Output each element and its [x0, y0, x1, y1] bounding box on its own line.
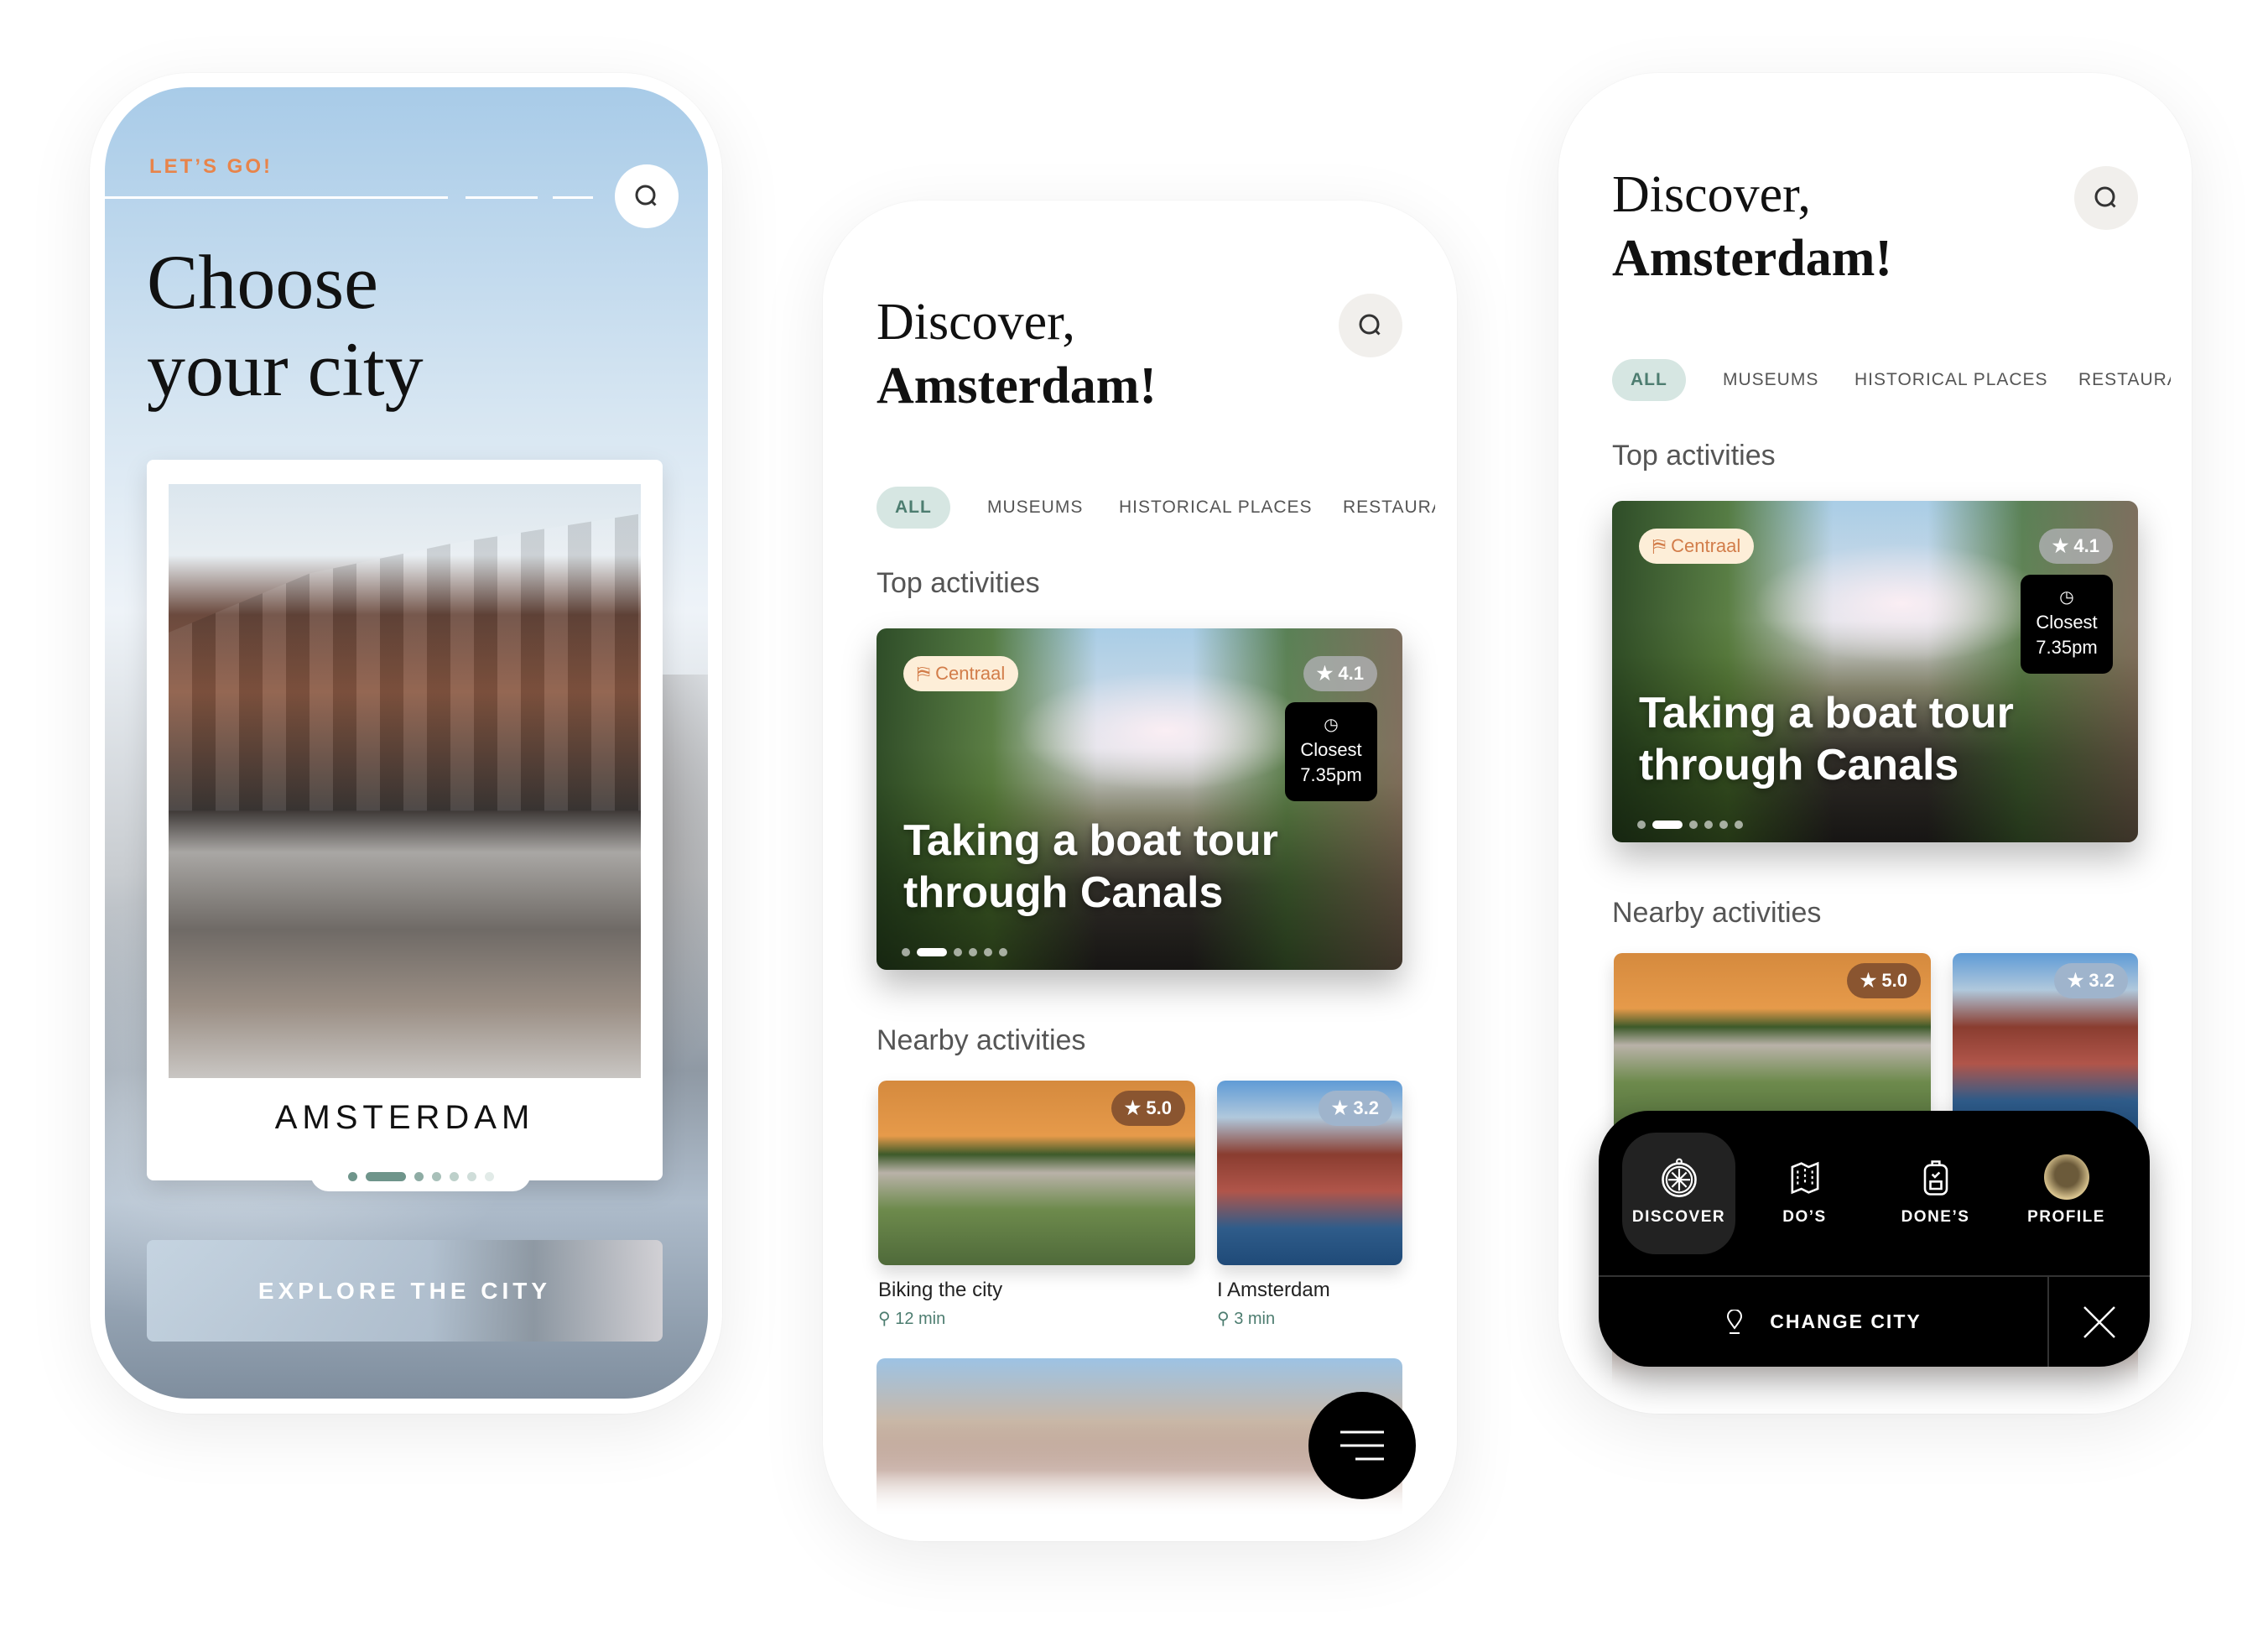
nearby-activities-heading: Nearby activities — [877, 1024, 1086, 1056]
search-button[interactable] — [2074, 166, 2138, 230]
location-tag: ⛿ Centraal — [1639, 529, 1755, 564]
rating-badge: ★ 5.0 — [1846, 963, 1921, 998]
filter-all[interactable]: ALL — [1612, 359, 1686, 401]
closest-time-badge: ◷ Closest 7.35pm — [2021, 575, 2113, 674]
rating-badge: ★ 3.2 — [1318, 1091, 1392, 1126]
clock-icon: ◷ — [1324, 716, 1339, 734]
nearby-card-i-amsterdam[interactable]: ★ 3.2 — [1217, 1081, 1402, 1265]
nearby-activities-heading: Nearby activities — [1612, 897, 1822, 929]
closest-time-badge: ◷ Closest 7.35pm — [1285, 702, 1377, 801]
avatar — [2043, 1154, 2089, 1200]
menu-icon — [1340, 1430, 1384, 1461]
top-activity-card[interactable]: ⛿ Centraal ★ 4.1 ◷ Closest 7.35pm Taking… — [1612, 501, 2138, 842]
search-icon — [2094, 186, 2116, 208]
filter-museums[interactable]: MUSEUMS — [1723, 359, 1818, 401]
location-tag: ⛿ Centraal — [903, 656, 1019, 691]
activity-title: Taking a boat tour through Canals — [903, 816, 1278, 917]
location-time-icon: ⚲ — [1217, 1310, 1235, 1328]
greeting: Discover, — [1612, 166, 1811, 223]
activity-title: Taking a boat tour through Canals — [1639, 689, 2014, 789]
nav-dos[interactable]: DO’S — [1748, 1133, 1861, 1254]
divider — [553, 196, 593, 199]
menu-button[interactable] — [1308, 1392, 1416, 1499]
location-time-icon: ⚲ — [878, 1310, 896, 1328]
top-activity-card[interactable]: ⛿ Centraal ★ 4.1 ◷ Closest 7.35pm Taking… — [877, 628, 1402, 970]
map-icon — [1791, 1161, 1818, 1195]
nav-dones[interactable]: DONE’S — [1879, 1133, 1992, 1254]
nearby-name: I Amsterdam — [1217, 1279, 1330, 1301]
search-button[interactable] — [1339, 294, 1402, 357]
screen: LET’S GO! Choose your city AMSTERDAM EXP… — [105, 87, 708, 1399]
carousel-dots[interactable] — [310, 1161, 531, 1191]
filter-restaurants[interactable]: RESTAURAI — [1343, 487, 1435, 529]
rating-badge: ★ 5.0 — [1111, 1091, 1185, 1126]
nearby-name: Biking the city — [878, 1279, 1003, 1301]
divider — [105, 196, 448, 199]
rating-badge: ★ 4.1 — [1303, 656, 1377, 691]
nearby-card-biking[interactable]: ★ 5.0 — [1614, 953, 1931, 1138]
phone-discover-menu: Discover, Amsterdam! ALL MUSEUMS HISTORI… — [1558, 73, 2192, 1414]
close-icon — [2083, 1305, 2115, 1338]
change-city-button[interactable]: CHANGE CITY — [1599, 1277, 2047, 1367]
filter-historical-places[interactable]: HISTORICAL PLACES — [1119, 487, 1313, 529]
location-pin-icon — [1727, 1309, 1743, 1334]
close-button[interactable] — [2049, 1277, 2150, 1367]
city-photo — [169, 484, 641, 1078]
explore-city-button[interactable]: EXPLORE THE CITY — [147, 1240, 663, 1342]
filter-restaurants[interactable]: RESTAURAI — [2078, 359, 2171, 401]
nav-discover[interactable]: DISCOVER — [1622, 1133, 1735, 1254]
nav-profile[interactable]: PROFILE — [2010, 1133, 2123, 1254]
greeting: Discover, — [877, 294, 1075, 351]
filter-historical-places[interactable]: HISTORICAL PLACES — [1854, 359, 2048, 401]
city-title: Amsterdam! — [1612, 230, 1893, 287]
search-icon — [1359, 314, 1381, 336]
eyebrow: LET’S GO! — [149, 155, 273, 178]
top-activities-heading: Top activities — [877, 567, 1040, 599]
nearby-time: ⚲ 3 min — [1217, 1310, 1276, 1328]
nearby-card-i-amsterdam[interactable]: ★ 3.2 — [1953, 953, 2138, 1138]
page-title: Choose your city — [147, 239, 424, 412]
nav-menu: DISCOVER DO’S DONE’S PROFILE CHANGE CITY — [1599, 1111, 2150, 1367]
clock-icon: ◷ — [2059, 588, 2074, 607]
search-button[interactable] — [615, 164, 679, 228]
carousel-dots[interactable] — [902, 948, 1007, 956]
carousel-dots[interactable] — [1637, 821, 1743, 829]
city-card[interactable]: AMSTERDAM — [147, 460, 663, 1180]
city-name: AMSTERDAM — [274, 1099, 535, 1136]
filter-all[interactable]: ALL — [877, 487, 950, 529]
compass-icon — [1661, 1158, 1697, 1197]
map-icon: ⛿ — [917, 663, 936, 684]
map-icon: ⛿ — [1652, 535, 1672, 556]
divider — [466, 196, 538, 199]
top-activities-heading: Top activities — [1612, 440, 1776, 472]
search-icon — [635, 185, 657, 206]
phone-discover: Discover, Amsterdam! ALL MUSEUMS HISTORI… — [823, 201, 1457, 1541]
nearby-card-biking[interactable]: ★ 5.0 — [878, 1081, 1195, 1265]
rating-badge: ★ 3.2 — [2053, 963, 2128, 998]
phone-choose-city: LET’S GO! Choose your city AMSTERDAM EXP… — [90, 73, 722, 1414]
filter-museums[interactable]: MUSEUMS — [987, 487, 1083, 529]
nearby-time: ⚲ 12 min — [878, 1310, 946, 1328]
backpack-icon — [1923, 1160, 1948, 1196]
city-title: Amsterdam! — [877, 357, 1157, 414]
rating-badge: ★ 4.1 — [2038, 529, 2113, 564]
